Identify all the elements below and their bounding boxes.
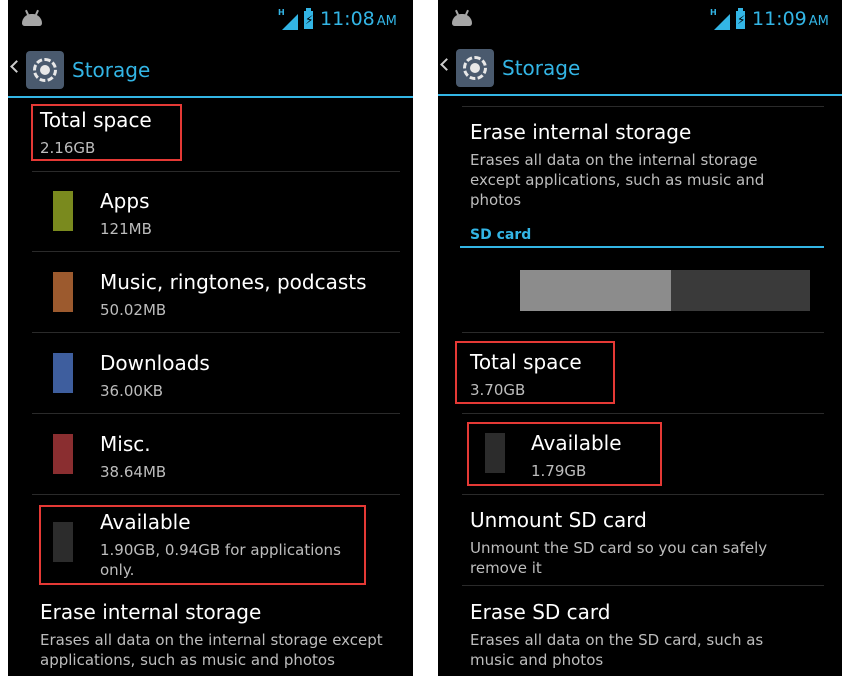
left-screen: H ⚡ 11:08 AM Storage Total space 2.16GB A… [8,0,413,676]
music-value: 50.02MB [100,301,167,319]
battery-charging-icon: ⚡ [736,8,746,29]
divider [32,413,400,414]
sd-card-section-line [460,246,824,248]
signal-icon: H [278,8,300,30]
status-time: 11:09 AM [752,8,829,30]
unmount-sd-summary: Unmount the SD card so you can safely re… [470,539,768,577]
downloads-color-swatch [53,353,73,393]
back-icon[interactable] [10,60,23,73]
erase-internal-summary: Erases all data on the internal storage … [470,151,765,209]
action-bar: Storage [8,42,413,98]
divider [32,251,400,252]
divider [32,494,400,495]
apps-color-swatch [53,191,73,231]
divider [32,332,400,333]
highlight-box [467,422,662,486]
status-time: 11:08 AM [320,8,397,30]
divider [462,494,824,495]
highlight-box [31,104,182,161]
music-color-swatch [53,272,73,312]
android-debug-icon [452,14,472,26]
right-screen: H ⚡ 11:09 AM Storage Erase internal stora… [438,0,842,676]
divider [32,171,400,172]
settings-gear-icon[interactable] [26,51,64,89]
battery-charging-icon: ⚡ [304,8,314,29]
android-debug-icon [22,14,42,26]
erase-sd-title: Erase SD card [470,600,611,624]
music-label: Music, ringtones, podcasts [100,270,367,294]
erase-internal-title: Erase internal storage [40,600,262,624]
apps-label: Apps [100,189,150,213]
erase-internal-summary: Erases all data on the internal storage … [40,631,383,669]
page-title: Storage [502,56,581,80]
sd-usage-bar [520,270,810,311]
misc-label: Misc. [100,432,151,456]
sd-card-section-header: SD card [470,227,532,243]
highlight-box [39,505,366,585]
downloads-label: Downloads [100,351,210,375]
erase-sd-summary: Erases all data on the SD card, such as … [470,631,764,669]
sd-usage-fill [520,270,671,311]
highlight-box [455,341,615,404]
unmount-sd-title: Unmount SD card [470,508,647,532]
status-bar: H ⚡ 11:09 AM [438,0,842,40]
apps-value: 121MB [100,220,152,238]
back-icon[interactable] [440,58,453,71]
action-bar-divider [438,94,842,96]
page-title: Storage [72,58,151,82]
misc-value: 38.64MB [100,463,167,481]
status-bar: H ⚡ 11:08 AM [8,0,413,40]
downloads-value: 36.00KB [100,382,164,400]
erase-internal-title: Erase internal storage [470,120,692,144]
divider [462,332,824,333]
misc-color-swatch [53,434,73,474]
divider [462,585,824,586]
divider [462,106,824,107]
action-bar-divider [8,96,413,98]
settings-gear-icon[interactable] [456,49,494,87]
action-bar: Storage [438,40,842,96]
divider [462,413,824,414]
signal-icon: H [710,8,732,30]
